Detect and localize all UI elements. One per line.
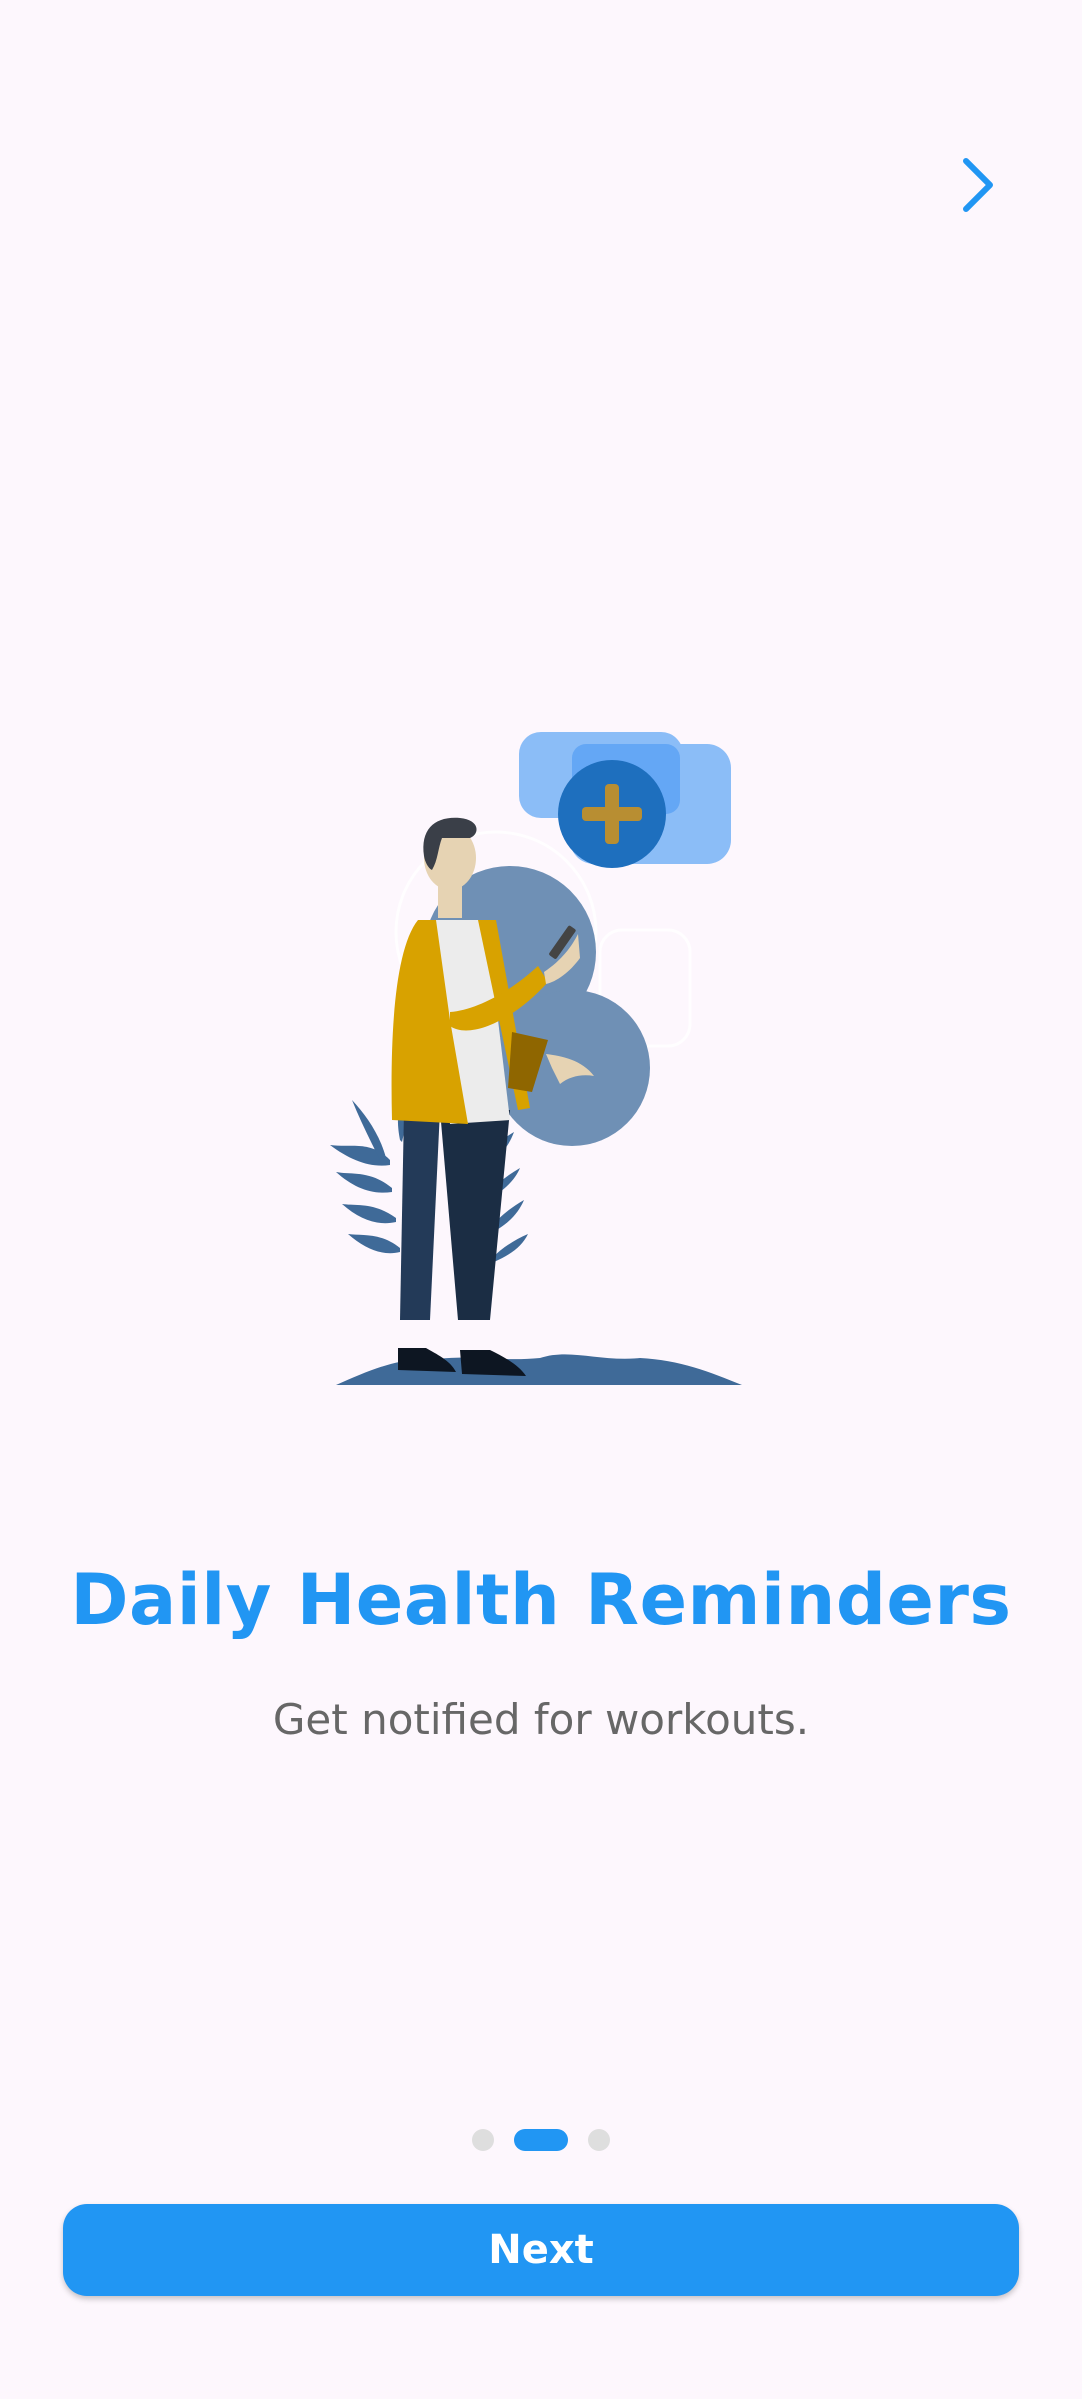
next-button[interactable]: Next	[63, 2204, 1019, 2296]
page-subtitle: Get notified for workouts.	[272, 1695, 810, 1744]
page-dot[interactable]	[472, 2129, 494, 2151]
onboarding-illustration	[300, 720, 760, 1390]
page-dot[interactable]	[588, 2129, 610, 2151]
page-dot-active[interactable]	[514, 2129, 568, 2151]
page-title: Daily Health Reminders	[70, 1559, 1012, 1641]
plus-icon	[558, 760, 666, 868]
chevron-right-icon	[963, 158, 993, 212]
next-arrow-button[interactable]	[948, 150, 1008, 220]
page-indicator	[0, 2129, 1082, 2151]
